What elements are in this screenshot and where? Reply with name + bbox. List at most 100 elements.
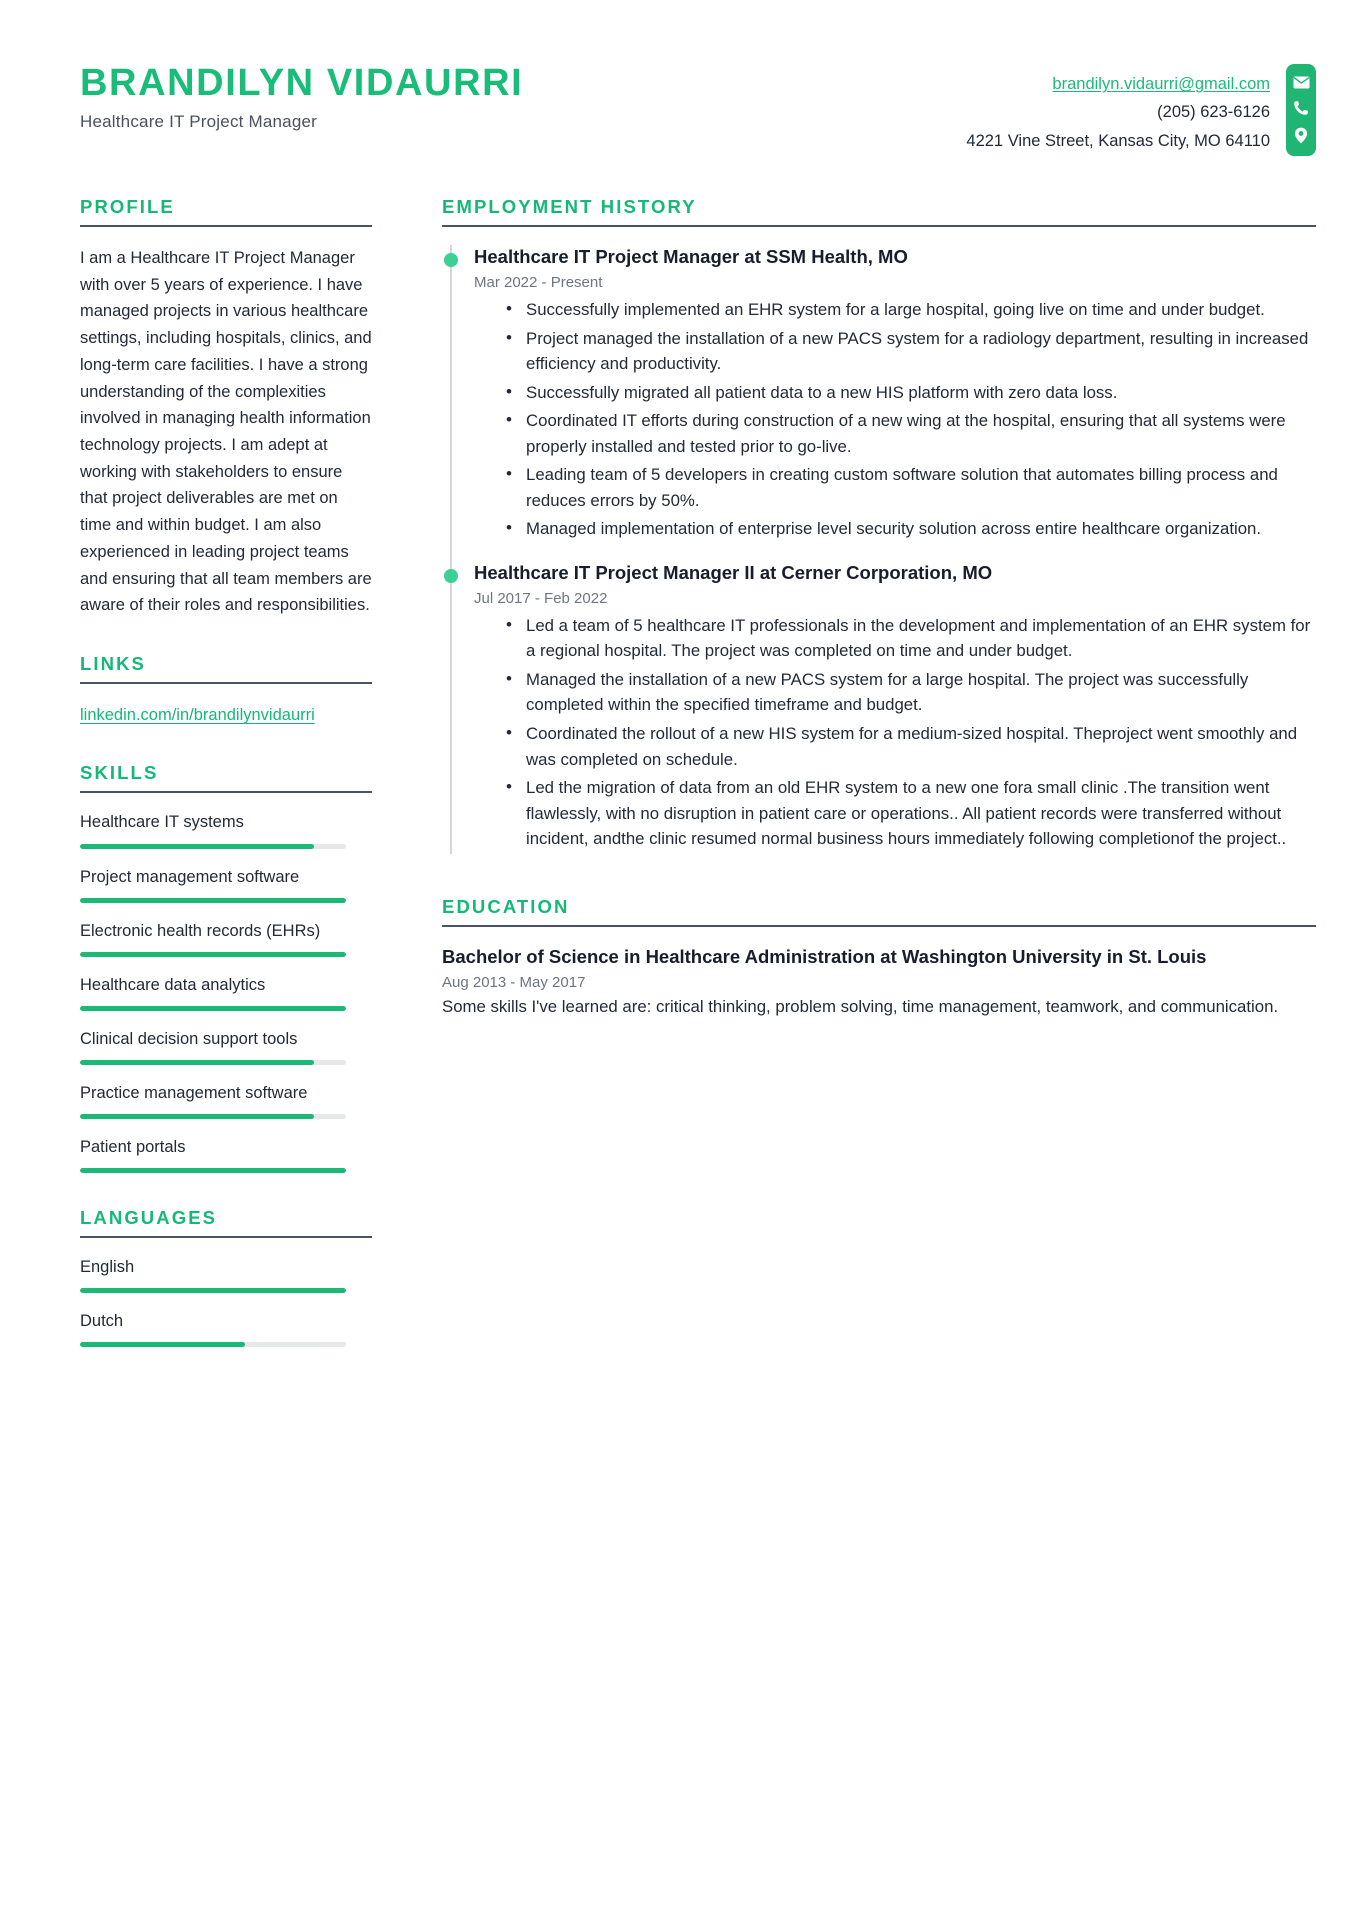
links-list: linkedin.com/in/brandilynvidaurri [80,702,372,728]
main-column: EMPLOYMENT HISTORY Healthcare IT Project… [442,196,1316,1054]
education-description: Some skills I've learned are: critical t… [442,997,1279,1017]
skill-item: Project management software [80,866,372,903]
header-identity: BRANDILYN VIDAURRI Healthcare IT Project… [0,62,523,132]
contact-icon-rail [1286,64,1316,156]
education-degree: Bachelor of Science in Healthcare Admini… [442,945,1207,967]
page-title: BRANDILYN VIDAURRI [80,62,524,104]
skill-item: Clinical decision support tools [80,1028,372,1065]
skill-label: Healthcare data analytics [80,975,266,994]
skill-label: Patient portals [80,1138,186,1157]
list-item: Leading team of 5 developers in creating… [506,461,1316,515]
skill-bar-track [80,1005,346,1011]
list-item: Project managed the installation of a ne… [506,325,1316,379]
languages-list: English Dutch [80,1256,372,1348]
envelope-icon [1293,76,1310,89]
skill-bar-track [80,951,346,957]
skill-label: Practice management software [80,1083,308,1102]
contact-address: 4221 Vine Street, Kansas City, MO 64110 [966,131,1270,150]
skill-label: Electronic health records (EHRs) [80,921,321,940]
section-employment: EMPLOYMENT HISTORY Healthcare IT Project… [442,196,1316,854]
phone-icon [1293,100,1309,116]
resume-body: PROFILE I am a Healthcare IT Project Man… [0,156,1366,1381]
skill-bar-fill [80,1005,346,1011]
skill-bar-track [80,1168,346,1174]
list-item: Led a team of 5 healthcare IT profession… [506,612,1316,666]
language-item: Dutch [80,1310,372,1348]
skill-label: Healthcare IT systems [80,813,244,832]
contact-email[interactable]: brandilyn.vidaurri@gmail.com [1052,75,1270,93]
skill-item: Healthcare data analytics [80,974,372,1011]
employment-timeline: Healthcare IT Project Manager at SSM Hea… [442,245,1316,854]
section-title-employment: EMPLOYMENT HISTORY [442,196,697,217]
employment-dates: Mar 2022 - Present [474,274,603,292]
divider [80,225,372,227]
skill-bar-fill [80,1114,315,1120]
contact-phone: (205) 623-6126 [1157,103,1270,122]
skill-bar-fill [80,897,346,903]
section-title-links: LINKS [80,653,146,675]
employment-entry: Healthcare IT Project Manager at SSM Hea… [442,245,1316,561]
language-bar-fill [80,1288,346,1294]
list-item: Coordinated IT efforts during constructi… [506,407,1316,461]
language-bar-track [80,1288,346,1294]
list-item: Led the migration of data from an old EH… [506,774,1316,854]
skill-bar-track [80,1114,346,1120]
section-title-education: EDUCATION [442,895,570,917]
sidebar: PROFILE I am a Healthcare IT Project Man… [80,196,372,1381]
divider [80,791,372,794]
timeline-dot-icon [444,568,458,583]
divider [442,924,1316,927]
section-languages: LANGUAGES English Dutch [80,1207,372,1348]
skill-bar-fill [80,951,346,957]
education-dates: Aug 2013 - May 2017 [442,974,586,992]
contact-email-row: brandilyn.vidaurri@gmail.com [966,70,1270,98]
section-skills: SKILLS Healthcare IT systems Project man… [80,762,372,1174]
language-bar-fill [80,1342,245,1348]
employment-title: Healthcare IT Project Manager at SSM Hea… [474,246,908,267]
section-links: LINKS linkedin.com/in/brandilynvidaurri [80,653,372,728]
employment-dates: Jul 2017 - Feb 2022 [474,589,608,607]
language-label: English [80,1258,135,1277]
skill-label: Project management software [80,867,300,886]
location-pin-icon [1294,127,1308,144]
list-item: Successfully migrated all patient data t… [506,379,1316,408]
divider [80,1236,372,1239]
education-entry: Bachelor of Science in Healthcare Admini… [442,945,1316,1020]
skill-bar-fill [80,1168,346,1174]
skill-bar-track [80,843,346,849]
section-profile: PROFILE I am a Healthcare IT Project Man… [80,196,372,619]
section-title-skills: SKILLS [80,762,159,784]
skills-list: Healthcare IT systems Project management… [80,811,372,1174]
list-item: Managed implementation of enterprise lev… [506,515,1316,544]
skill-bar-fill [80,1059,315,1065]
link-item[interactable]: linkedin.com/in/brandilynvidaurri [80,702,315,728]
language-label: Dutch [80,1312,124,1331]
list-item: Successfully implemented an EHR system f… [506,296,1316,325]
section-education: EDUCATION Bachelor of Science in Healthc… [442,896,1316,1020]
language-bar-track [80,1342,346,1348]
skill-bar-track [80,897,346,903]
contact-lines: brandilyn.vidaurri@gmail.com (205) 623-6… [966,62,1286,156]
timeline-dot-icon [444,253,458,267]
resume-page: BRANDILYN VIDAURRI Healthcare IT Project… [0,0,1366,1931]
language-item: English [80,1256,372,1294]
education-list: Bachelor of Science in Healthcare Admini… [442,945,1316,1020]
header-subtitle: Healthcare IT Project Manager [80,111,317,131]
skill-bar-fill [80,843,315,849]
skill-item: Practice management software [80,1082,372,1120]
employment-bullets: Led a team of 5 healthcare IT profession… [474,612,1316,854]
resume-header: BRANDILYN VIDAURRI Healthcare IT Project… [0,0,1366,156]
header-contact-block: brandilyn.vidaurri@gmail.com (205) 623-6… [966,62,1366,156]
divider [442,225,1316,227]
skill-item: Patient portals [80,1136,372,1174]
skill-bar-track [80,1059,346,1065]
employment-entry: Healthcare IT Project Manager II at Cern… [442,560,1316,854]
employment-title: Healthcare IT Project Manager II at Cern… [474,561,993,583]
list-item: Managed the installation of a new PACS s… [506,666,1316,720]
section-title-profile: PROFILE [80,196,175,217]
skill-label: Clinical decision support tools [80,1029,298,1048]
list-item: Coordinated the rollout of a new HIS sys… [506,720,1316,774]
section-title-languages: LANGUAGES [80,1207,218,1229]
divider [80,682,372,685]
